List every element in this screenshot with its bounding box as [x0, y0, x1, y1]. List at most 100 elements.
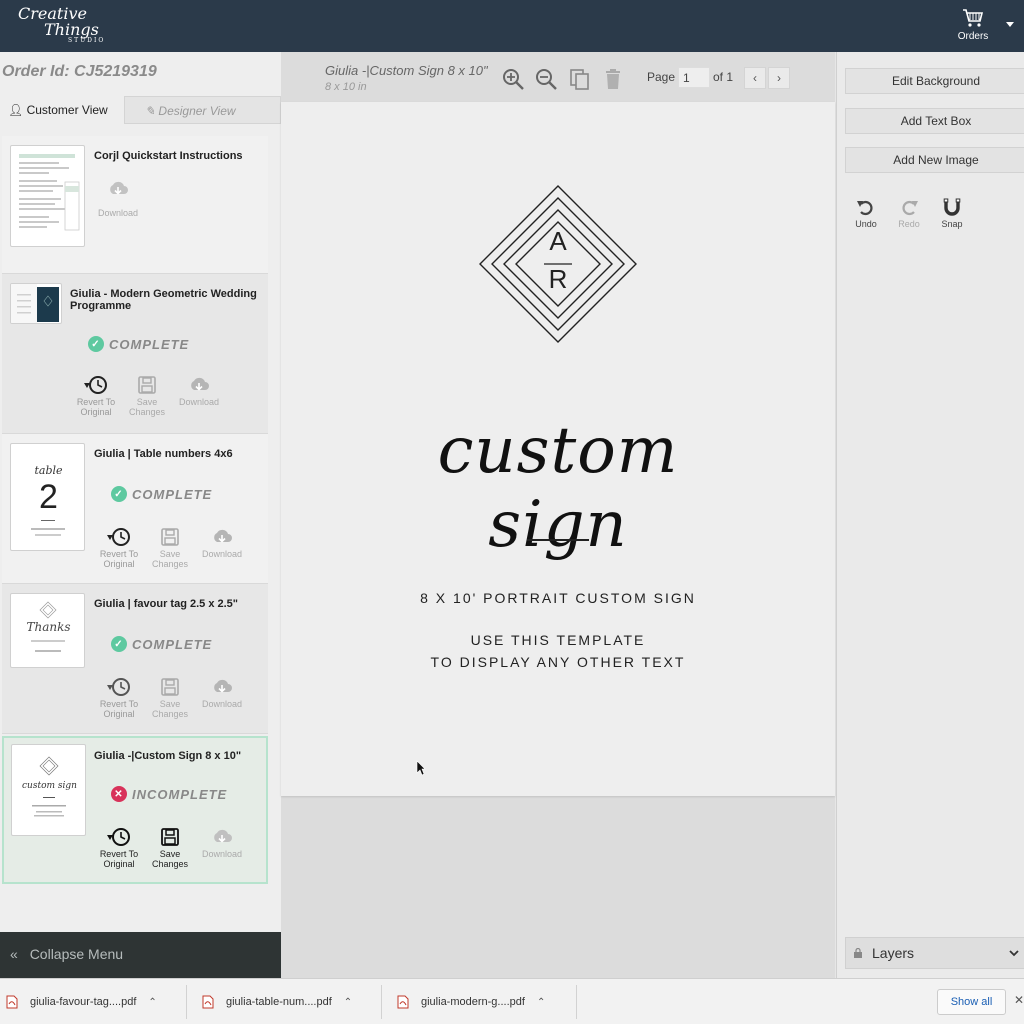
- zoom-in-icon[interactable]: [501, 67, 525, 91]
- revert-to-original-button[interactable]: Revert To Original: [91, 526, 147, 569]
- download-button[interactable]: Download: [194, 526, 250, 559]
- download-button[interactable]: Download: [90, 178, 146, 218]
- status-label: COMPLETE: [132, 486, 213, 502]
- layers-panel-toggle[interactable]: Layers: [845, 937, 1024, 969]
- revert-label: Revert To Original: [99, 549, 139, 569]
- status-label: COMPLETE: [109, 336, 190, 352]
- mouse-cursor-icon: [416, 760, 426, 776]
- thumb-script-word: custom sign: [22, 781, 77, 791]
- item-title: Corjl Quickstart Instructions: [94, 150, 243, 162]
- save-changes-button[interactable]: Save Changes: [142, 826, 198, 869]
- brand-logo[interactable]: Creative Things STUDIO: [18, 6, 105, 44]
- check-icon: ✓: [111, 486, 127, 502]
- pdf-file-icon: [6, 995, 18, 1009]
- download-filename: giulia-table-num....pdf: [226, 996, 332, 1008]
- item-thumbnail: table 2: [10, 443, 85, 551]
- orders-label: Orders: [957, 31, 989, 42]
- tab-customer-view[interactable]: 👤︎ Customer View: [0, 96, 124, 124]
- check-icon: ✓: [88, 336, 104, 352]
- download-label: Download: [201, 699, 243, 709]
- list-item[interactable]: Corjl Quickstart Instructions Download: [2, 136, 268, 274]
- list-item[interactable]: Giulia - Modern Geometric Wedding Progra…: [2, 274, 268, 434]
- body-text-line-2[interactable]: TO DISPLAY ANY OTHER TEXT: [281, 654, 835, 670]
- design-page[interactable]: A R custom sign 8 X 10' PORTRAIT CUSTOM …: [281, 102, 835, 796]
- monogram-bottom-letter[interactable]: R: [543, 264, 573, 295]
- page-count: of 1: [713, 70, 734, 84]
- save-changes-button[interactable]: Save Changes: [142, 676, 198, 719]
- list-item[interactable]: Thanks Giulia | favour tag 2.5 x 2.5" ✓ …: [2, 584, 268, 734]
- lock-icon: [854, 938, 862, 971]
- tab-designer-label: Designer View: [158, 104, 236, 118]
- zoom-out-icon[interactable]: [534, 67, 558, 91]
- status-badge: ✓ COMPLETE: [111, 636, 212, 652]
- cart-icon: [963, 9, 984, 27]
- snap-button[interactable]: Snap: [936, 198, 968, 229]
- user-icon: 👤︎: [8, 103, 24, 117]
- chevron-left-icon: ‹: [753, 71, 757, 85]
- download-separator: [576, 985, 577, 1019]
- status-label: INCOMPLETE: [132, 786, 228, 802]
- download-cloud-icon: [214, 529, 232, 543]
- account-dropdown-caret[interactable]: [1006, 22, 1014, 27]
- item-thumbnail: [10, 283, 62, 324]
- pdf-file-icon: [397, 995, 409, 1009]
- redo-button[interactable]: Redo: [893, 198, 925, 229]
- next-page-button[interactable]: ›: [768, 67, 790, 89]
- download-filename: giulia-favour-tag....pdf: [30, 996, 137, 1008]
- download-cloud-icon: [214, 829, 232, 843]
- list-item[interactable]: table 2 Giulia | Table numbers 4x6 ✓ COM…: [2, 434, 268, 584]
- download-item[interactable]: giulia-modern-g....pdf ⌃: [397, 979, 545, 1024]
- download-button[interactable]: Download: [194, 826, 250, 859]
- download-filename: giulia-modern-g....pdf: [421, 996, 525, 1008]
- download-separator: [381, 985, 382, 1019]
- copy-icon[interactable]: [568, 67, 592, 91]
- item-title: Giulia | Table numbers 4x6: [94, 448, 233, 460]
- tab-designer-view[interactable]: ✎ Designer View: [124, 96, 281, 124]
- revert-to-original-button[interactable]: Revert To Original: [91, 676, 147, 719]
- trash-icon[interactable]: [601, 67, 625, 91]
- body-text-line-1[interactable]: USE THIS TEMPLATE: [281, 632, 835, 648]
- save-changes-button[interactable]: Save Changes: [142, 526, 198, 569]
- edit-background-button[interactable]: Edit Background: [845, 68, 1024, 94]
- title-underline: [527, 539, 589, 541]
- download-cloud-icon: [110, 181, 128, 195]
- add-new-image-button[interactable]: Add New Image: [845, 147, 1024, 173]
- snap-label: Snap: [941, 219, 963, 229]
- chevron-up-icon[interactable]: ⌃: [344, 997, 352, 1008]
- save-disk-icon: [161, 828, 179, 846]
- revert-label: Revert To Original: [99, 699, 139, 719]
- show-all-downloads-button[interactable]: Show all: [937, 989, 1006, 1015]
- collapse-menu-button[interactable]: « Collapse Menu: [0, 932, 281, 978]
- redo-icon: [902, 200, 918, 216]
- download-item[interactable]: giulia-favour-tag....pdf ⌃: [6, 979, 157, 1024]
- top-bar: Creative Things STUDIO Orders: [0, 0, 1024, 52]
- chevron-up-icon[interactable]: ⌃: [148, 997, 156, 1008]
- revert-to-original-button[interactable]: Revert To Original: [68, 374, 124, 417]
- chevron-up-icon[interactable]: ⌃: [537, 997, 545, 1008]
- document-size: 8 x 10 in: [325, 81, 367, 93]
- brand-line-2: Things: [44, 20, 99, 39]
- list-item-active[interactable]: custom sign Giulia -|Custom Sign 8 x 10"…: [2, 736, 268, 884]
- close-icon[interactable]: ✕: [1014, 993, 1024, 1007]
- add-text-box-button[interactable]: Add Text Box: [845, 108, 1024, 134]
- double-chevron-left-icon: «: [10, 946, 18, 962]
- revert-label: Revert To Original: [99, 849, 139, 869]
- monogram-top-letter[interactable]: A: [543, 226, 573, 257]
- thumb-script-word: Thanks: [26, 620, 71, 634]
- prev-page-button[interactable]: ‹: [744, 67, 766, 89]
- revert-to-original-button[interactable]: Revert To Original: [91, 826, 147, 869]
- order-id: Order Id: CJ5219319: [2, 63, 157, 80]
- download-cloud-icon: [214, 679, 232, 693]
- save-changes-button[interactable]: Save Changes: [119, 374, 175, 417]
- subtitle-text[interactable]: 8 X 10' PORTRAIT CUSTOM SIGN: [281, 590, 835, 606]
- download-item[interactable]: giulia-table-num....pdf ⌃: [202, 979, 352, 1024]
- page-number-input[interactable]: [678, 67, 710, 88]
- download-label: Download: [178, 397, 220, 407]
- download-button[interactable]: Download: [194, 676, 250, 709]
- undo-button[interactable]: Undo: [850, 198, 882, 229]
- orders-button[interactable]: Orders: [952, 8, 994, 42]
- download-button[interactable]: Download: [171, 374, 227, 407]
- status-label: COMPLETE: [132, 636, 213, 652]
- thumb-table-number: 2: [39, 478, 58, 516]
- layers-label: Layers: [872, 945, 915, 961]
